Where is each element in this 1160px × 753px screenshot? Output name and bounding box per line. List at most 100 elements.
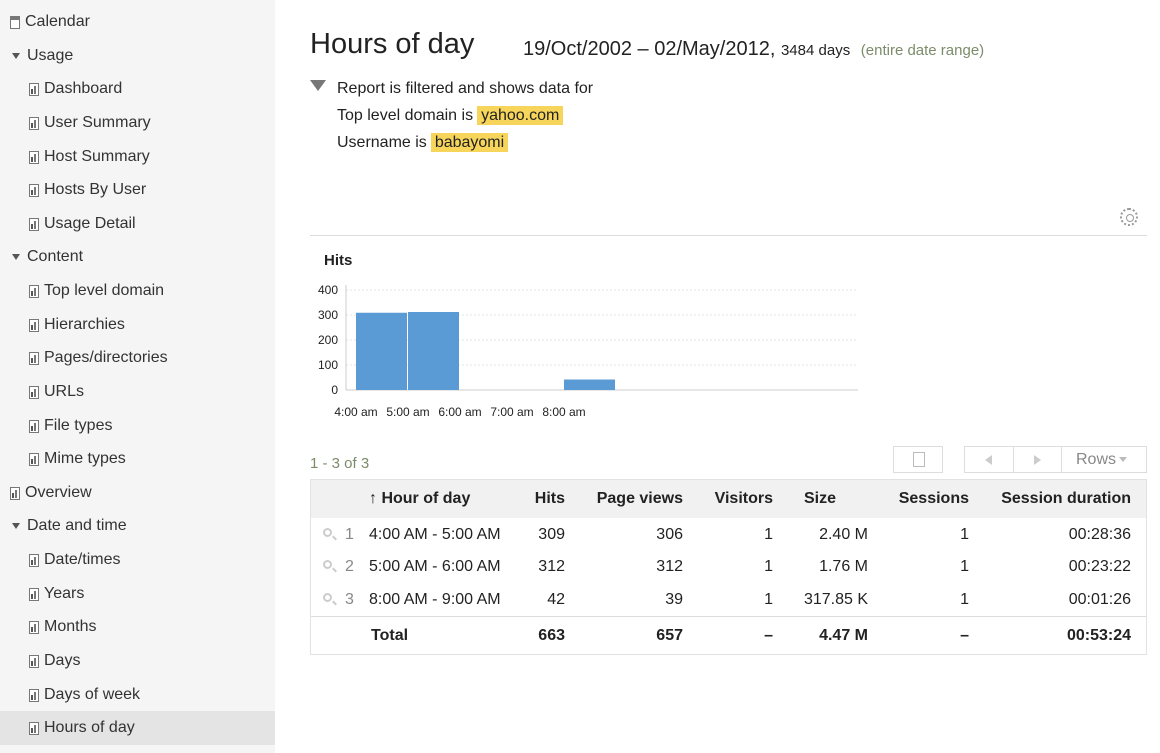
report-icon <box>29 553 39 567</box>
sidebar-item-host-summary[interactable]: Host Summary <box>0 140 275 174</box>
cell-hour: 4:00 AM - 5:00 AM <box>369 526 501 543</box>
sidebar-item-pages-directories[interactable]: Pages/directories <box>0 341 275 375</box>
report-icon <box>29 217 39 231</box>
next-page-button[interactable] <box>1013 446 1062 473</box>
sidebar-item-urls[interactable]: URLs <box>0 375 275 409</box>
pager-text: 1 - 3 of 3 <box>310 455 370 472</box>
sidebar-item-label: Hosts By User <box>44 181 147 198</box>
cell-sessions: 1 <box>960 526 969 543</box>
column-header-size[interactable]: Size <box>804 490 836 508</box>
y-tick-label: 200 <box>318 333 338 347</box>
report-icon <box>29 150 39 164</box>
total-size: 4.47 M <box>819 627 868 644</box>
filter-intro: Report is filtered and shows data for <box>337 80 594 97</box>
sidebar-item-usage[interactable]: Usage <box>0 39 275 73</box>
report-icon <box>29 318 39 332</box>
sidebar-item-label: Date/times <box>44 551 121 568</box>
sidebar: Calendar Usage Dashboard User Summary Host S… <box>0 0 275 753</box>
report-icon <box>29 721 39 735</box>
column-header-page-views[interactable]: Page views <box>597 490 683 508</box>
total-sessions: – <box>960 627 969 644</box>
column-header-sessions[interactable]: Sessions <box>899 490 969 508</box>
report-icon <box>29 82 39 96</box>
sidebar-item-label: URLs <box>44 383 85 400</box>
filter-condition-username: Username is babayomi <box>337 133 509 152</box>
report-icon <box>29 620 39 634</box>
magnifier-icon[interactable] <box>323 560 332 569</box>
sidebar-item-dashboard[interactable]: Dashboard <box>0 72 275 106</box>
filter-icon <box>310 80 326 91</box>
sidebar-item-top-level-domain[interactable]: Top level domain <box>0 274 275 308</box>
cell-session-duration: 00:01:26 <box>1068 591 1131 608</box>
y-tick-label: 400 <box>318 283 338 297</box>
sidebar-item-label: Pages/directories <box>44 349 168 366</box>
filter-condition-domain: Top level domain is yahoo.com <box>337 106 564 125</box>
cell-size: 2.40 M <box>819 526 868 543</box>
sidebar-item-days[interactable]: Days <box>0 644 275 678</box>
row-number: 3 <box>345 591 354 608</box>
cell-sessions: 1 <box>960 558 969 575</box>
sidebar-item-date-times[interactable]: Date/times <box>0 543 275 577</box>
chevron-left-icon <box>985 455 992 465</box>
sort-up-icon: ↑ <box>369 490 377 507</box>
sidebar-item-date-and-time[interactable]: Date and time <box>0 509 275 543</box>
column-header-visitors[interactable]: Visitors <box>715 490 773 508</box>
chevron-right-icon <box>1034 455 1041 465</box>
calendar-icon <box>10 15 20 29</box>
sidebar-item-file-types[interactable]: File types <box>0 409 275 443</box>
sidebar-item-months[interactable]: Months <box>0 610 275 644</box>
sidebar-item-hierarchies[interactable]: Hierarchies <box>0 308 275 342</box>
rows-dropdown[interactable]: Rows <box>1061 446 1147 473</box>
column-header-hour-of-day[interactable]: ↑ Hour of day <box>369 490 470 508</box>
y-tick-label: 0 <box>331 383 338 397</box>
x-tick-label: 4:00 am <box>334 405 377 419</box>
entire-date-range-link[interactable]: (entire date range) <box>861 42 984 59</box>
export-button[interactable] <box>893 446 943 473</box>
sidebar-item-content[interactable]: Content <box>0 240 275 274</box>
caret-down-icon <box>12 254 20 260</box>
row-number: 2 <box>345 558 354 575</box>
sidebar-item-label: Date and time <box>27 517 127 534</box>
data-table: ↑ Hour of day Hits Page views Visitors S… <box>310 479 1147 655</box>
sidebar-item-label: Usage Detail <box>44 215 136 232</box>
sidebar-item-hours-of-day[interactable]: Hours of day <box>0 711 275 745</box>
cell-page-views: 306 <box>656 526 683 543</box>
total-label: Total <box>371 627 409 644</box>
sidebar-item-years[interactable]: Years <box>0 577 275 611</box>
sidebar-item-label: Dashboard <box>44 80 123 97</box>
sidebar-item-overview[interactable]: Overview <box>0 476 275 510</box>
sidebar-item-mime-types[interactable]: Mime types <box>0 442 275 476</box>
column-header-session-duration[interactable]: Session duration <box>1001 490 1131 508</box>
prev-page-button[interactable] <box>964 446 1014 473</box>
sidebar-item-usage-detail[interactable]: Usage Detail <box>0 207 275 241</box>
sidebar-item-label: Days <box>44 652 81 669</box>
table-header: ↑ Hour of day Hits Page views Visitors S… <box>311 480 1146 518</box>
sidebar-item-calendar[interactable]: Calendar <box>0 5 275 39</box>
cell-hits: 42 <box>547 591 565 608</box>
date-range-text: 19/Oct/2002 – 02/May/2012, <box>523 38 776 60</box>
magnifier-icon[interactable] <box>323 528 332 537</box>
chart-bar <box>408 312 459 390</box>
report-icon <box>10 486 20 500</box>
sidebar-item-label: Years <box>44 585 85 602</box>
chevron-down-icon <box>1119 457 1128 463</box>
report-icon <box>29 183 39 197</box>
y-tick-label: 300 <box>318 308 338 322</box>
report-icon <box>29 452 39 466</box>
sidebar-item-label: Mime types <box>44 450 126 467</box>
sidebar-item-days-of-week[interactable]: Days of week <box>0 678 275 712</box>
report-icon <box>29 419 39 433</box>
sidebar-item-label: Hierarchies <box>44 316 125 333</box>
chart-bar <box>564 379 615 390</box>
total-visitors: – <box>764 627 773 644</box>
sidebar-item-user-summary[interactable]: User Summary <box>0 106 275 140</box>
sidebar-item-hosts-by-user[interactable]: Hosts By User <box>0 173 275 207</box>
gear-icon[interactable] <box>1120 208 1138 226</box>
report-icon <box>29 688 39 702</box>
magnifier-icon[interactable] <box>323 593 332 602</box>
caret-down-icon <box>12 523 20 529</box>
cell-visitors: 1 <box>764 591 773 608</box>
column-header-hits[interactable]: Hits <box>535 490 565 508</box>
x-tick-label: 8:00 am <box>542 405 585 419</box>
x-tick-label: 7:00 am <box>490 405 533 419</box>
